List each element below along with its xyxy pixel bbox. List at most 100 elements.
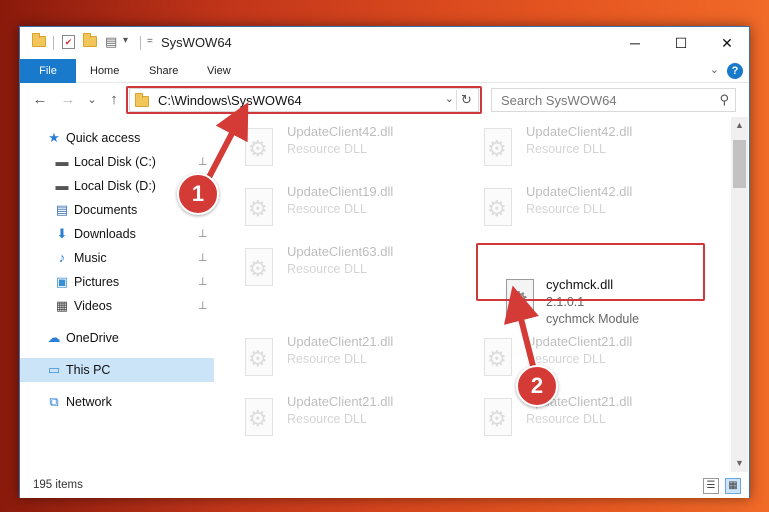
toolbar-separator (53, 36, 54, 50)
cloud-icon: ☁ (47, 330, 61, 345)
search-placeholder: Search SysWOW64 (501, 93, 617, 108)
file-name: UpdateClient21.dll (287, 334, 394, 349)
file-item[interactable]: ⚙ UpdateClient21.dll Resource DLL (241, 392, 471, 446)
sidebar-item-label: Downloads (74, 227, 136, 241)
file-description: Resource DLL (526, 202, 606, 216)
dll-file-icon: ⚙ (241, 188, 275, 232)
sidebar-item-quick-access[interactable]: ★ Quick access (20, 126, 214, 150)
file-item[interactable]: ⚙ UpdateClient21.dll Resource DLL (480, 392, 710, 446)
address-highlight-box (126, 86, 482, 114)
file-item[interactable]: ⚙ UpdateClient21.dll Resource DLL (480, 332, 710, 386)
scroll-up-button[interactable]: ▲ (731, 117, 748, 134)
sidebar-item-onedrive[interactable]: ☁ OneDrive (20, 326, 214, 350)
sidebar-item-label: Documents (74, 203, 138, 217)
search-input[interactable]: Search SysWOW64 ⚲ (491, 88, 736, 112)
callout-badge-1: 1 (177, 173, 219, 215)
explorer-window: ✔ ▤ ▾ = SysWOW64 ─ ☐ ✕ File Home Share V… (19, 26, 750, 498)
file-item[interactable]: ⚙ UpdateClient63.dll Resource DLL (241, 242, 471, 296)
sidebar-item-label: This PC (66, 363, 111, 377)
new-folder-icon[interactable] (83, 33, 97, 47)
dll-file-icon: ⚙ (241, 398, 275, 442)
file-item[interactable]: ⚙ UpdateClient21.dll Resource DLL (241, 332, 471, 386)
dll-file-icon: ⚙ (480, 338, 514, 382)
file-description: cychmck Module (546, 312, 640, 326)
file-description: Resource DLL (287, 202, 367, 216)
file-item[interactable]: ⚙ UpdateClient42.dll Resource DLL (241, 122, 471, 176)
recent-locations-button[interactable]: ⌄ (82, 90, 102, 110)
sidebar-item-this-pc[interactable]: ▭ This PC (20, 358, 214, 382)
drive-icon: ▬ (55, 154, 69, 169)
tab-home[interactable]: Home (82, 59, 127, 83)
drive-icon: ▬ (55, 178, 69, 193)
sidebar-item-pictures[interactable]: ▣ Pictures ⊥ (20, 270, 214, 294)
sidebar-item-downloads[interactable]: ⬇ Downloads ⊥ (20, 222, 214, 246)
dll-file-icon: ⚙ (241, 248, 275, 292)
file-item[interactable]: ⚙ UpdateClient42.dll Resource DLL (480, 182, 710, 236)
sidebar-item-network[interactable]: ⧉ Network (20, 390, 214, 414)
sidebar-item-local-disk-c[interactable]: ▬ Local Disk (C:) ⊥ (20, 150, 214, 174)
file-name: UpdateClient42.dll (526, 124, 633, 139)
folder-icon[interactable] (32, 33, 46, 47)
callout-badge-2: 2 (516, 365, 558, 407)
file-description: Resource DLL (526, 352, 606, 366)
status-bar: 195 items ☰ ▦ (20, 474, 749, 498)
sidebar-item-label: Local Disk (D:) (74, 179, 156, 193)
pin-icon[interactable]: ⊥ (198, 299, 208, 312)
navigation-bar: ← → ⌄ ↑ C:\Windows\SysWOW64 ⌄ ↻ Search S… (20, 83, 749, 117)
large-icons-view-button[interactable]: ▦ (725, 478, 741, 494)
back-button[interactable]: ← (30, 90, 50, 110)
file-name: UpdateClient42.dll (526, 184, 633, 199)
chevron-down-icon[interactable]: ⌄ (710, 63, 719, 76)
navigation-pane: ★ Quick access ▬ Local Disk (C:) ⊥ ▬ Loc… (20, 117, 214, 472)
vertical-scrollbar[interactable]: ▲ ▼ (731, 117, 748, 472)
file-name: UpdateClient42.dll (287, 124, 394, 139)
sidebar-item-label: Local Disk (C:) (74, 155, 156, 169)
file-item[interactable]: ⚙ UpdateClient19.dll Resource DLL (241, 182, 471, 236)
file-description: Resource DLL (526, 412, 606, 426)
pin-icon[interactable]: ⊥ (198, 275, 208, 288)
pictures-icon: ▣ (55, 274, 69, 289)
file-name: UpdateClient63.dll (287, 244, 394, 259)
sidebar-item-music[interactable]: ♪ Music ⊥ (20, 246, 214, 270)
file-description: Resource DLL (287, 352, 367, 366)
file-name: UpdateClient19.dll (287, 184, 394, 199)
sidebar-item-label: Quick access (66, 131, 141, 145)
item-count: 195 items (33, 479, 83, 491)
documents-icon: ▤ (55, 202, 69, 217)
sidebar-item-videos[interactable]: ▦ Videos ⊥ (20, 294, 214, 318)
customize-icon[interactable]: ▤ (105, 34, 117, 50)
properties-icon[interactable]: ✔ (62, 35, 75, 49)
tab-view[interactable]: View (199, 59, 239, 83)
toolbar-dropdown-icon[interactable]: ▾ (123, 35, 128, 46)
close-button[interactable]: ✕ (704, 27, 750, 59)
scroll-thumb[interactable] (733, 140, 746, 188)
maximize-button[interactable]: ☐ (658, 27, 704, 59)
pin-icon[interactable]: ⊥ (198, 155, 208, 168)
up-button[interactable]: ↑ (104, 90, 124, 110)
minimize-button[interactable]: ─ (612, 27, 658, 59)
search-icon[interactable]: ⚲ (719, 92, 729, 108)
sidebar-item-label: Videos (74, 299, 112, 313)
expand-icon[interactable]: = (147, 36, 153, 47)
pin-icon[interactable]: ⊥ (198, 251, 208, 264)
forward-button[interactable]: → (58, 90, 78, 110)
window-title: SysWOW64 (161, 35, 232, 50)
dll-file-icon: ⚙ (241, 338, 275, 382)
file-name: UpdateClient21.dll (526, 334, 633, 349)
file-item[interactable]: ⚙ UpdateClient42.dll Resource DLL (480, 122, 710, 176)
star-icon: ★ (48, 130, 60, 145)
details-view-button[interactable]: ☰ (703, 478, 719, 494)
file-highlight-box (476, 243, 705, 301)
dll-file-icon: ⚙ (480, 128, 514, 172)
tab-share[interactable]: Share (141, 59, 186, 83)
help-icon[interactable]: ? (727, 63, 743, 79)
sidebar-item-label: Music (74, 251, 107, 265)
pin-icon[interactable]: ⊥ (198, 227, 208, 240)
tab-file[interactable]: File (20, 59, 76, 83)
network-icon: ⧉ (49, 394, 59, 409)
toolbar-separator (140, 36, 141, 50)
download-icon: ⬇ (56, 226, 68, 241)
dll-file-icon: ⚙ (480, 188, 514, 232)
scroll-down-button[interactable]: ▼ (731, 455, 748, 472)
sidebar-item-label: Pictures (74, 275, 120, 289)
